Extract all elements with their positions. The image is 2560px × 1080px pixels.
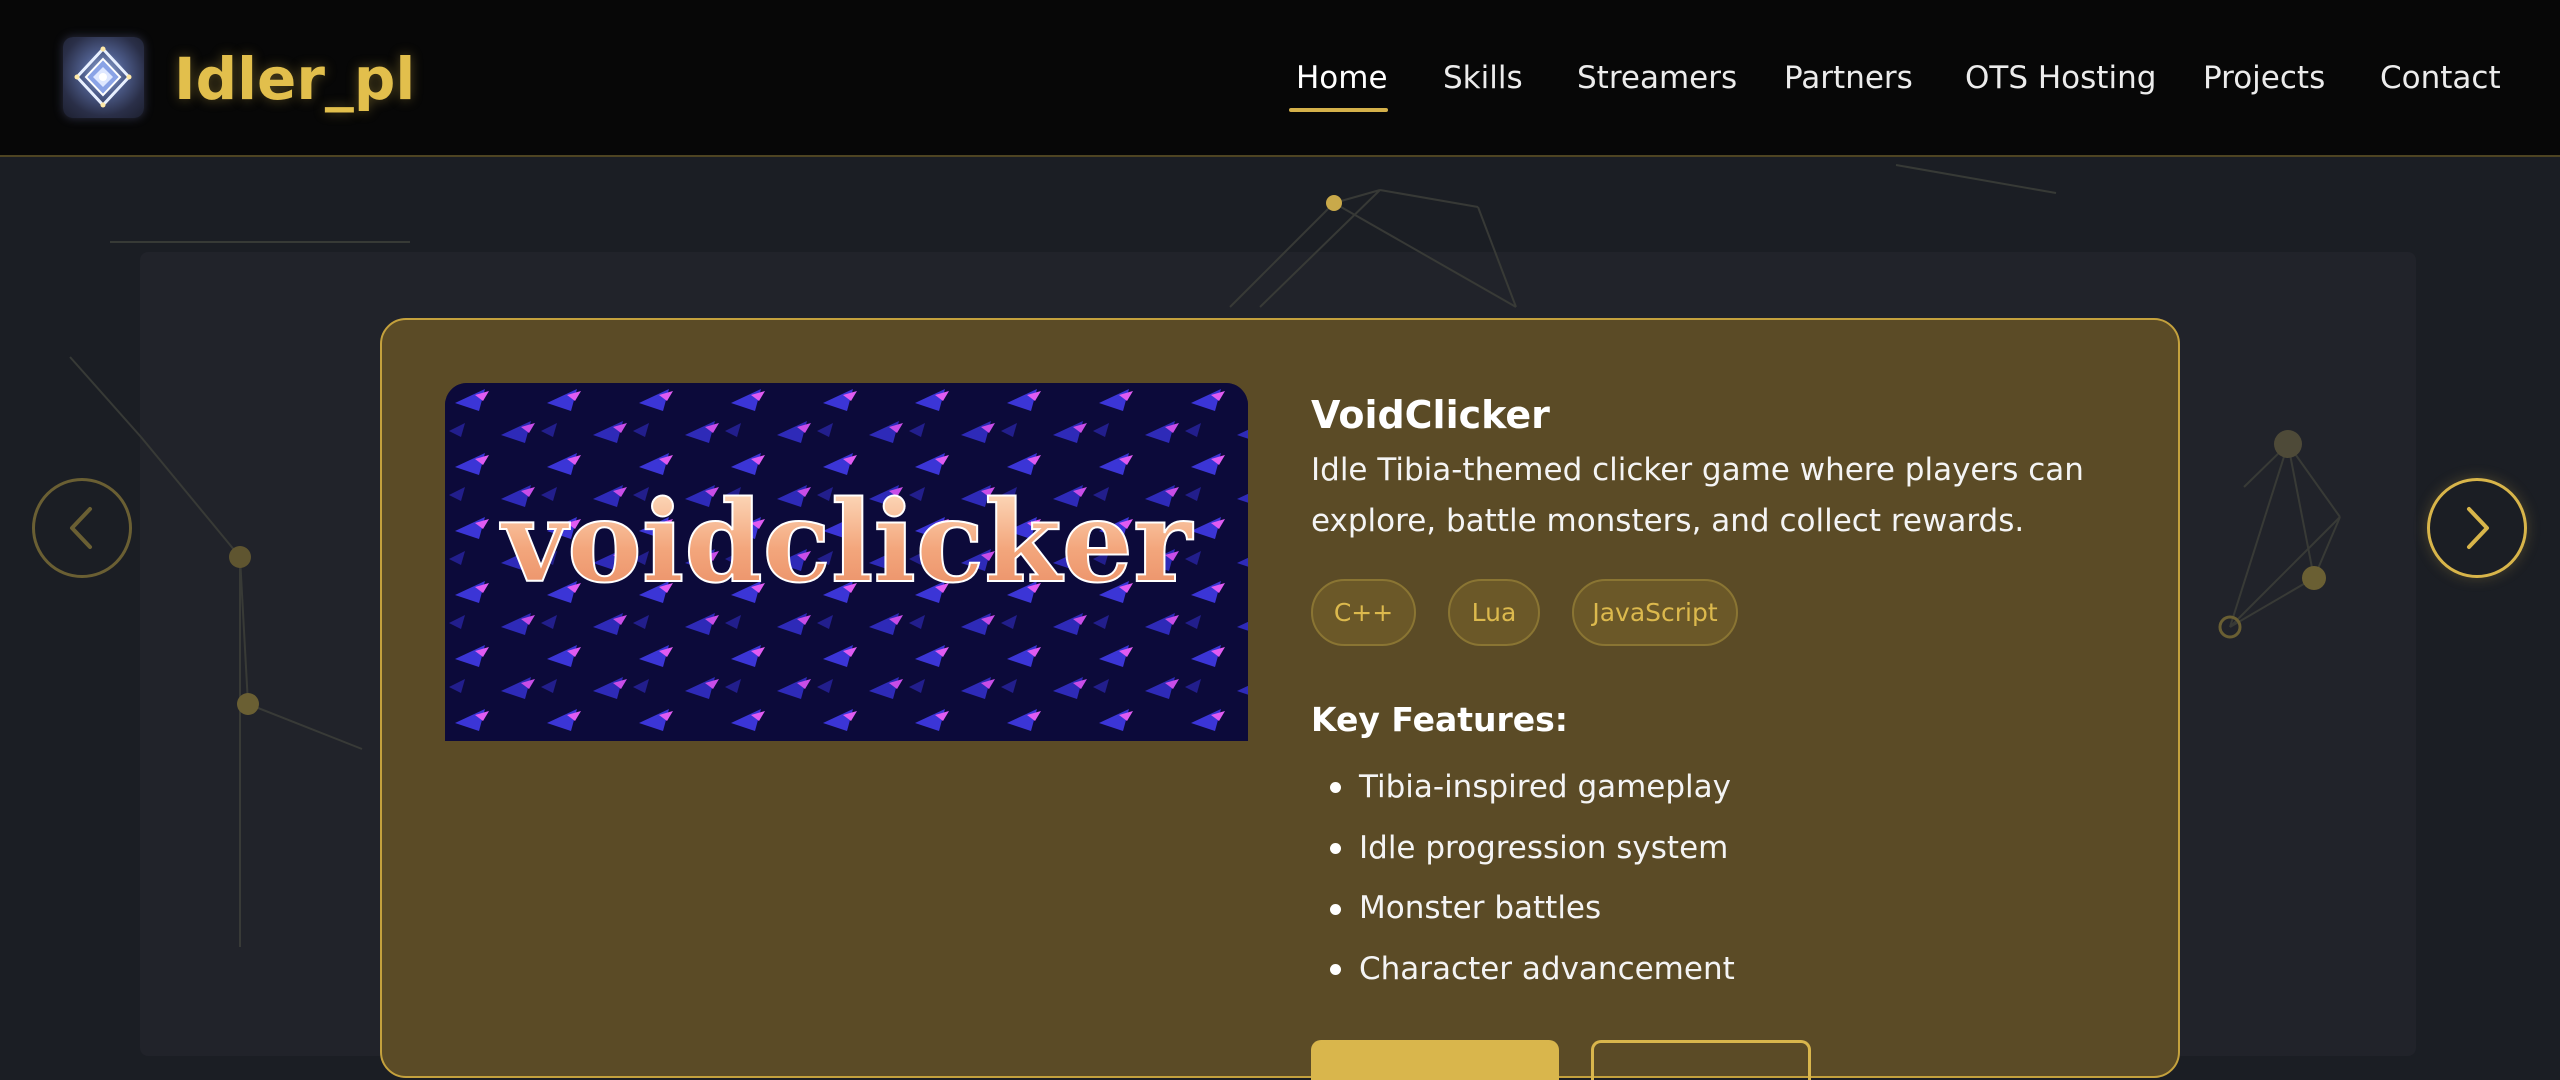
feature-item: Monster battles bbox=[1359, 890, 1602, 926]
nav-item-ots-hosting[interactable]: OTS Hosting bbox=[1965, 56, 2156, 100]
nav-item-partners[interactable]: Partners bbox=[1784, 56, 1913, 100]
project-primary-button[interactable] bbox=[1311, 1040, 1559, 1080]
nav-item-contact[interactable]: Contact bbox=[2380, 56, 2501, 100]
list-bullet bbox=[1330, 904, 1341, 915]
carousel-next-button[interactable] bbox=[2427, 478, 2527, 578]
feature-item: Idle progression system bbox=[1359, 830, 1729, 866]
nav-item-projects[interactable]: Projects bbox=[2203, 56, 2325, 100]
list-bullet bbox=[1330, 843, 1341, 854]
chevron-left-icon bbox=[70, 507, 92, 549]
list-bullet bbox=[1330, 782, 1341, 793]
nav-item-streamers[interactable]: Streamers bbox=[1577, 56, 1737, 100]
site-brand-name[interactable]: Idler_pl bbox=[174, 44, 415, 114]
features-heading: Key Features: bbox=[1311, 700, 1568, 739]
nav-item-skills[interactable]: Skills bbox=[1443, 56, 1523, 100]
chevron-right-icon bbox=[2467, 507, 2489, 549]
nav-active-indicator bbox=[1289, 108, 1388, 112]
site-header: Idler_pl Home Skills Streamers Partners … bbox=[0, 0, 2560, 157]
nav-item-home[interactable]: Home bbox=[1296, 56, 1388, 100]
list-bullet bbox=[1330, 964, 1341, 975]
tag-lua: Lua bbox=[1448, 579, 1540, 646]
project-image-text: voidclicker bbox=[499, 477, 1194, 608]
feature-item: Character advancement bbox=[1359, 951, 1735, 987]
tag-javascript: JavaScript bbox=[1572, 579, 1738, 646]
tag-cpp: C++ bbox=[1311, 579, 1416, 646]
carousel-prev-button[interactable] bbox=[32, 478, 132, 578]
project-description: Idle Tibia-themed clicker game where pla… bbox=[1311, 452, 2084, 539]
project-secondary-button[interactable] bbox=[1591, 1040, 1811, 1080]
diamond-logo-icon[interactable] bbox=[63, 37, 144, 118]
project-title: VoidClicker bbox=[1311, 393, 1550, 437]
feature-item: Tibia-inspired gameplay bbox=[1359, 769, 1732, 805]
project-image[interactable]: voidclicker bbox=[445, 383, 1248, 741]
